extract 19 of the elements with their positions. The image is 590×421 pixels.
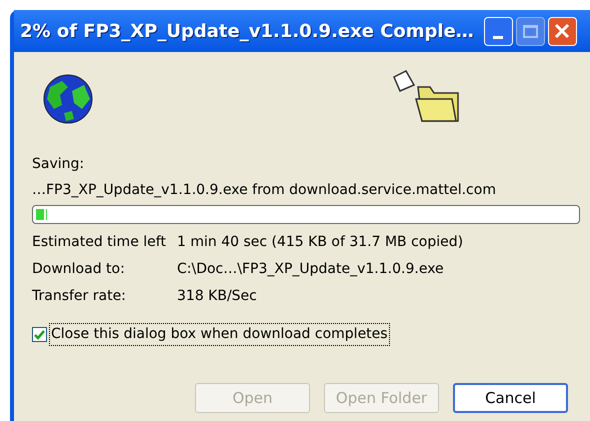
detail-label: Transfer rate: <box>32 287 127 306</box>
check-icon <box>34 330 45 340</box>
detail-label: Estimated time left <box>32 233 167 252</box>
saving-label: Saving: <box>32 155 86 174</box>
dialog-button[interactable]: Cancel <box>453 383 568 413</box>
checkbox[interactable] <box>32 327 47 342</box>
checkbox-label: Close this dialog box when download completes <box>49 323 390 346</box>
detail-value: 1 min 40 sec (415 KB of 31.7 MB copied) <box>177 233 464 252</box>
globe-icon <box>42 73 94 125</box>
detail-value: C:\Doc…\FP3_XP_Update_v1.1.0.9.exe <box>177 260 444 279</box>
close-button[interactable] <box>548 16 577 46</box>
detail-value: 318 KB/Sec <box>177 287 257 306</box>
close-icon <box>554 23 570 39</box>
maximize-button[interactable] <box>516 16 545 46</box>
window-title: 2% of FP3_XP_Update_v1.1.0.9.exe Comple… <box>20 20 474 44</box>
detail-label: Download to: <box>32 260 126 279</box>
file-to-folder-icon <box>390 67 462 125</box>
minimize-button[interactable] <box>484 16 513 46</box>
download-source: …FP3_XP_Update_v1.1.0.9.exe from download.service.mattel.com <box>32 181 497 200</box>
